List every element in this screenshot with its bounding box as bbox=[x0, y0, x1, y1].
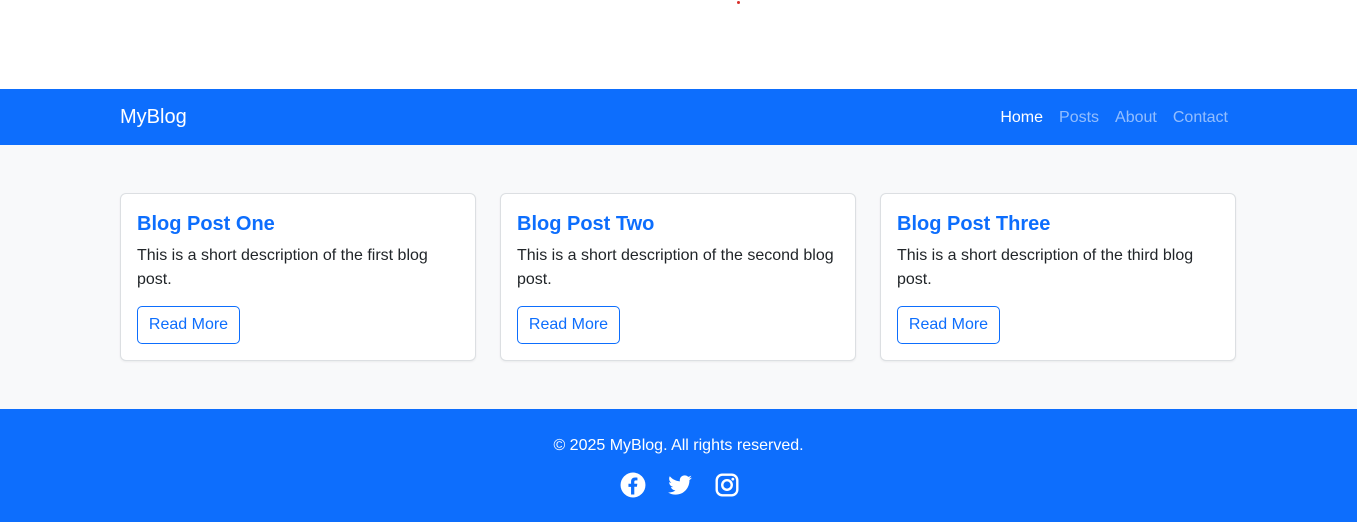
footer: © 2025 MyBlog. All rights reserved. bbox=[0, 409, 1357, 522]
card-title: Blog Post Three bbox=[897, 213, 1051, 235]
navbar: MyBlog Home Posts About Contact bbox=[0, 89, 1357, 145]
nav-link-home[interactable]: Home bbox=[1000, 108, 1043, 127]
read-more-button[interactable]: Read More bbox=[897, 306, 1000, 344]
facebook-icon[interactable] bbox=[620, 472, 646, 498]
red-dot bbox=[737, 1, 740, 4]
card-title: Blog Post Two bbox=[517, 213, 655, 235]
instagram-icon[interactable] bbox=[714, 472, 740, 498]
blog-card: Blog Post Three This is a short descript… bbox=[880, 193, 1236, 361]
nav-link-posts[interactable]: Posts bbox=[1059, 108, 1099, 127]
twitter-icon[interactable] bbox=[667, 472, 693, 498]
nav-link-contact[interactable]: Contact bbox=[1173, 108, 1228, 127]
main-content: Blog Post One This is a short descriptio… bbox=[0, 145, 1357, 409]
page: MyBlog Home Posts About Contact Blog Pos… bbox=[0, 0, 1357, 522]
card-description: This is a short description of the third… bbox=[897, 247, 1194, 288]
card-title: Blog Post One bbox=[137, 213, 275, 235]
nav-link-about[interactable]: About bbox=[1115, 108, 1157, 127]
card-description: This is a short description of the secon… bbox=[517, 247, 834, 288]
blog-card: Blog Post Two This is a short descriptio… bbox=[500, 193, 856, 361]
nav-links: Home Posts About Contact bbox=[984, 108, 1228, 127]
card-description: This is a short description of the first… bbox=[137, 247, 428, 288]
top-blank-area bbox=[0, 0, 1357, 89]
brand-link[interactable]: MyBlog bbox=[120, 106, 187, 129]
copyright-text: © 2025 MyBlog. All rights reserved. bbox=[553, 437, 804, 454]
social-links bbox=[620, 472, 740, 498]
blog-card: Blog Post One This is a short descriptio… bbox=[120, 193, 476, 361]
read-more-button[interactable]: Read More bbox=[517, 306, 620, 344]
read-more-button[interactable]: Read More bbox=[137, 306, 240, 344]
